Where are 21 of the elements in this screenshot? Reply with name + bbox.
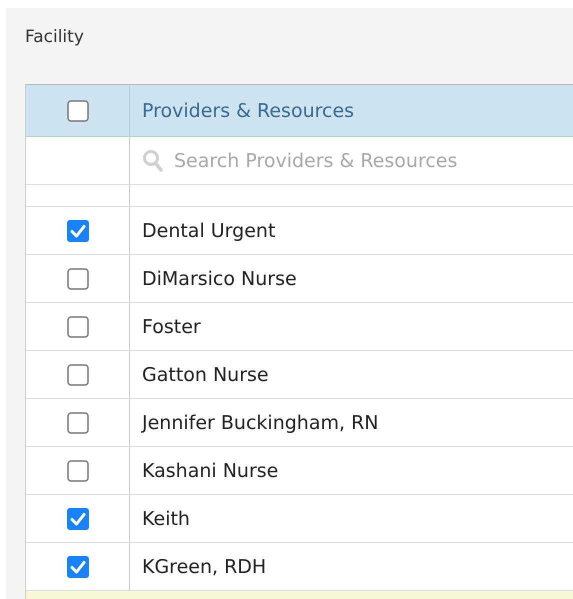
provider-name: Kashani Nurse <box>142 460 278 482</box>
checkbox[interactable] <box>66 556 88 578</box>
provider-name: Keith <box>142 508 190 530</box>
checkbox[interactable] <box>66 364 88 386</box>
provider-name: KGreen, RDH <box>142 556 266 578</box>
column-header: Providers & Resources <box>141 98 354 124</box>
checkbox[interactable] <box>66 100 88 122</box>
checkbox[interactable] <box>66 220 88 242</box>
provider-name: Foster <box>142 316 201 338</box>
provider-name: Jennifer Buckingham, RN <box>142 412 378 434</box>
checkbox[interactable] <box>66 412 88 434</box>
provider-name: Gatton Nurse <box>142 364 269 386</box>
search-field[interactable]: Search Providers & Resources <box>174 150 524 172</box>
checkbox[interactable] <box>66 316 88 338</box>
checkbox[interactable] <box>66 460 88 482</box>
checkbox[interactable] <box>66 508 88 530</box>
provider-name: Dental Urgent <box>142 220 276 242</box>
facility-label: Facility <box>25 27 85 49</box>
checkbox[interactable] <box>66 268 88 290</box>
provider-name: DiMarsico Nurse <box>142 268 297 290</box>
search-icon <box>142 148 164 172</box>
